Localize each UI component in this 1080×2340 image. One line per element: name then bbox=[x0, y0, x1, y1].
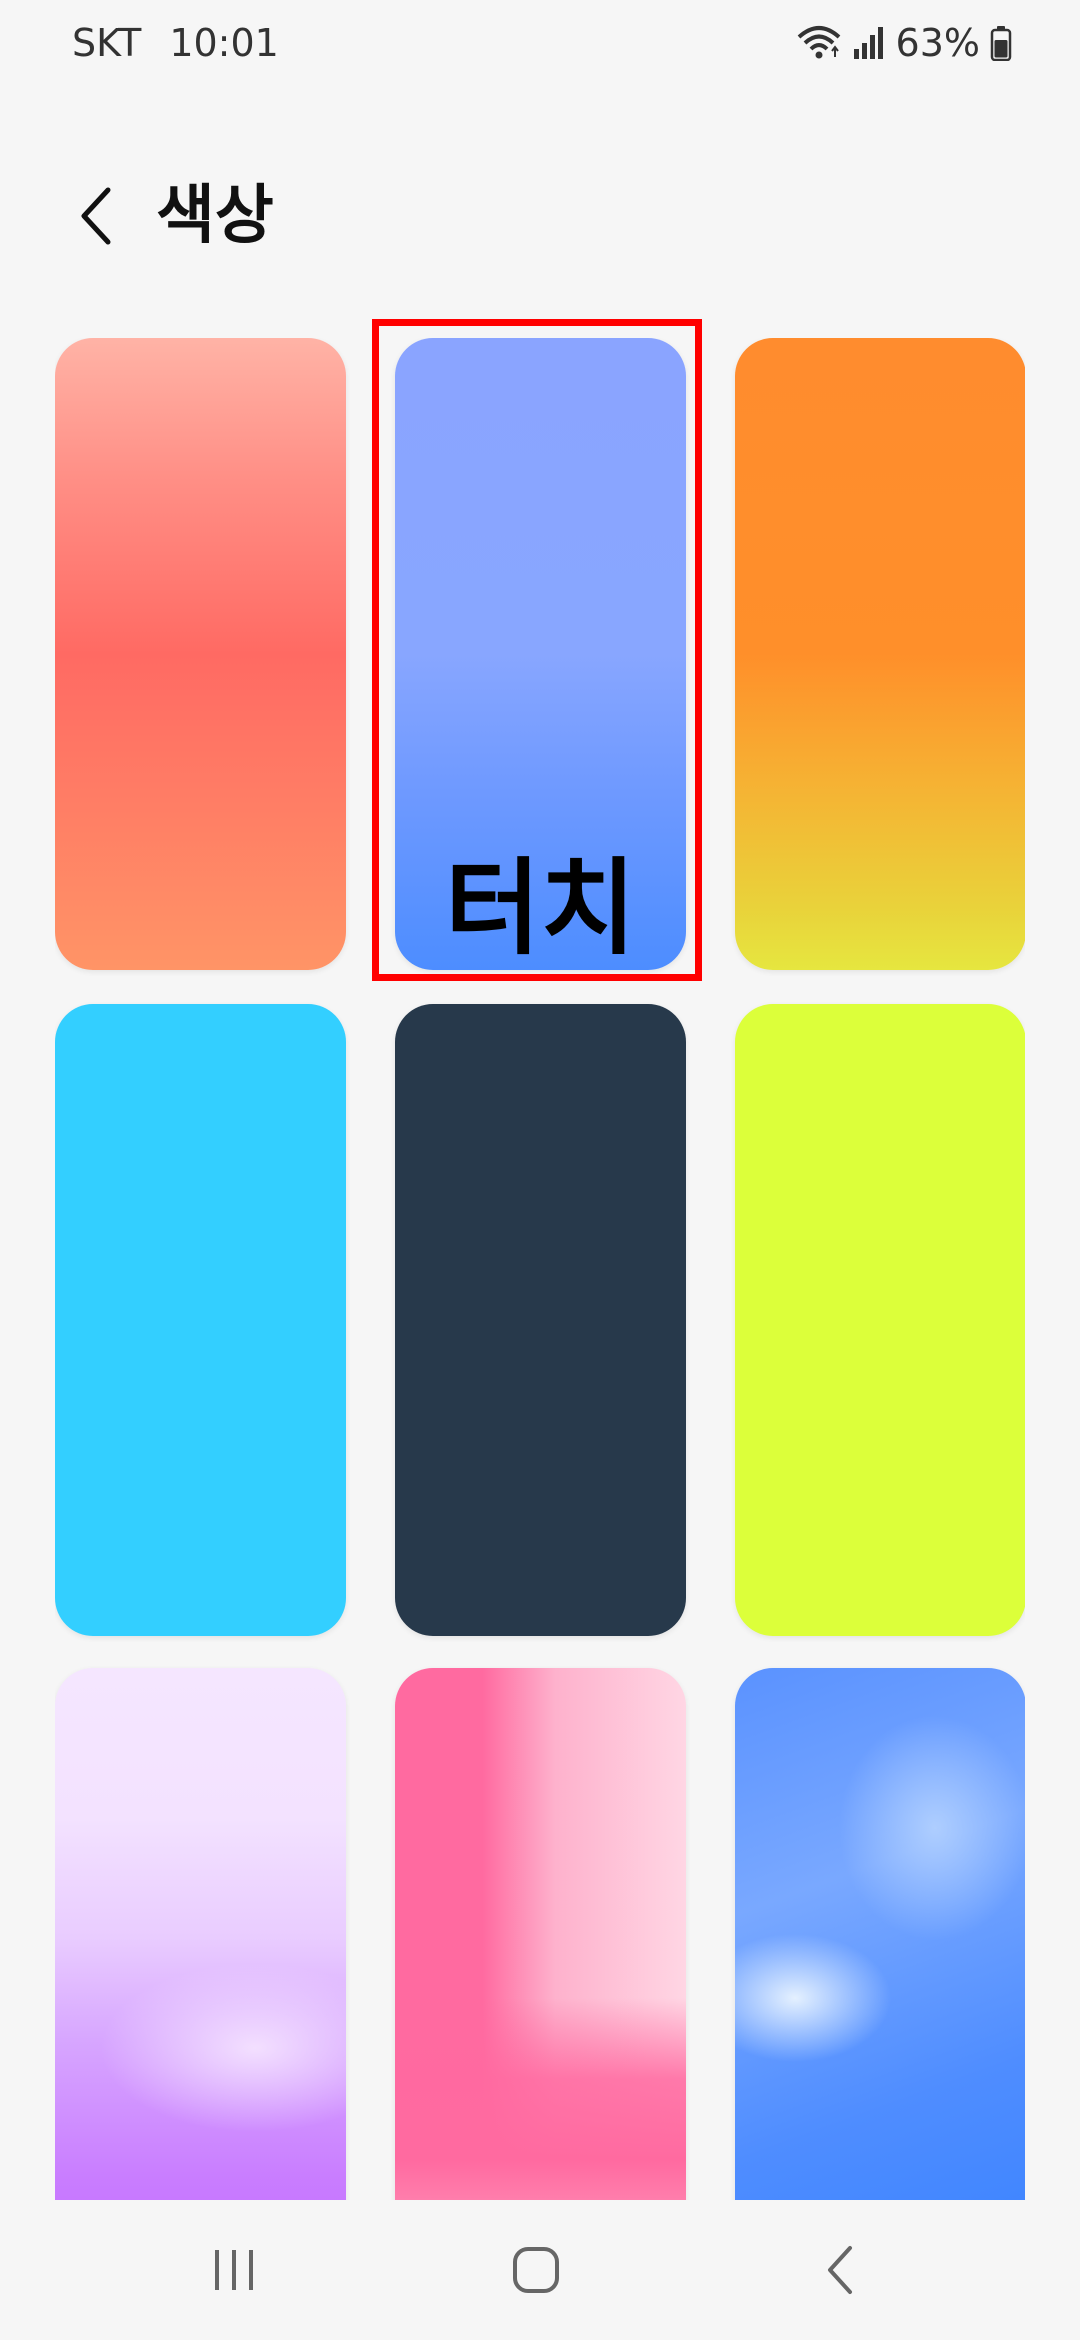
back-icon bbox=[828, 2246, 852, 2294]
swatch-coral-gradient[interactable] bbox=[55, 338, 346, 970]
battery-icon bbox=[990, 25, 1012, 61]
carrier-label: SKT bbox=[72, 21, 142, 65]
header: 색상 bbox=[0, 160, 1080, 270]
back-button[interactable] bbox=[56, 176, 136, 256]
swatch-lime[interactable] bbox=[735, 1004, 1025, 1636]
touch-annotation-label: 터치 bbox=[444, 847, 637, 969]
home-icon bbox=[513, 2247, 559, 2293]
swatch-pink-blur[interactable] bbox=[395, 1668, 686, 2206]
swatch-cyan[interactable] bbox=[55, 1004, 346, 1636]
recent-apps-icon bbox=[215, 2250, 253, 2290]
status-right: 63% bbox=[796, 18, 1012, 68]
recent-apps-button[interactable] bbox=[184, 2240, 284, 2300]
swatch-orange-yellow-gradient[interactable] bbox=[735, 338, 1025, 970]
signal-icon bbox=[852, 25, 886, 61]
status-bar: SKT 10:01 63% bbox=[0, 0, 1080, 86]
wifi-icon bbox=[796, 23, 842, 63]
clock: 10:01 bbox=[169, 21, 279, 65]
swatch-sky-blur[interactable] bbox=[735, 1668, 1025, 2206]
color-settings-screen: SKT 10:01 63% 색상 터치 bbox=[0, 0, 1080, 2340]
color-swatch-grid: 터치 bbox=[55, 338, 1025, 2206]
home-button[interactable] bbox=[486, 2240, 586, 2300]
swatch-lavender-wave[interactable] bbox=[55, 1668, 346, 2206]
chevron-left-icon bbox=[81, 187, 111, 245]
status-left: SKT 10:01 bbox=[72, 18, 279, 68]
nav-back-button[interactable] bbox=[790, 2240, 890, 2300]
swatch-navy[interactable] bbox=[395, 1004, 686, 1636]
page-title: 색상 bbox=[156, 179, 274, 253]
battery-percent: 63% bbox=[895, 21, 980, 65]
navigation-bar bbox=[0, 2200, 1080, 2340]
